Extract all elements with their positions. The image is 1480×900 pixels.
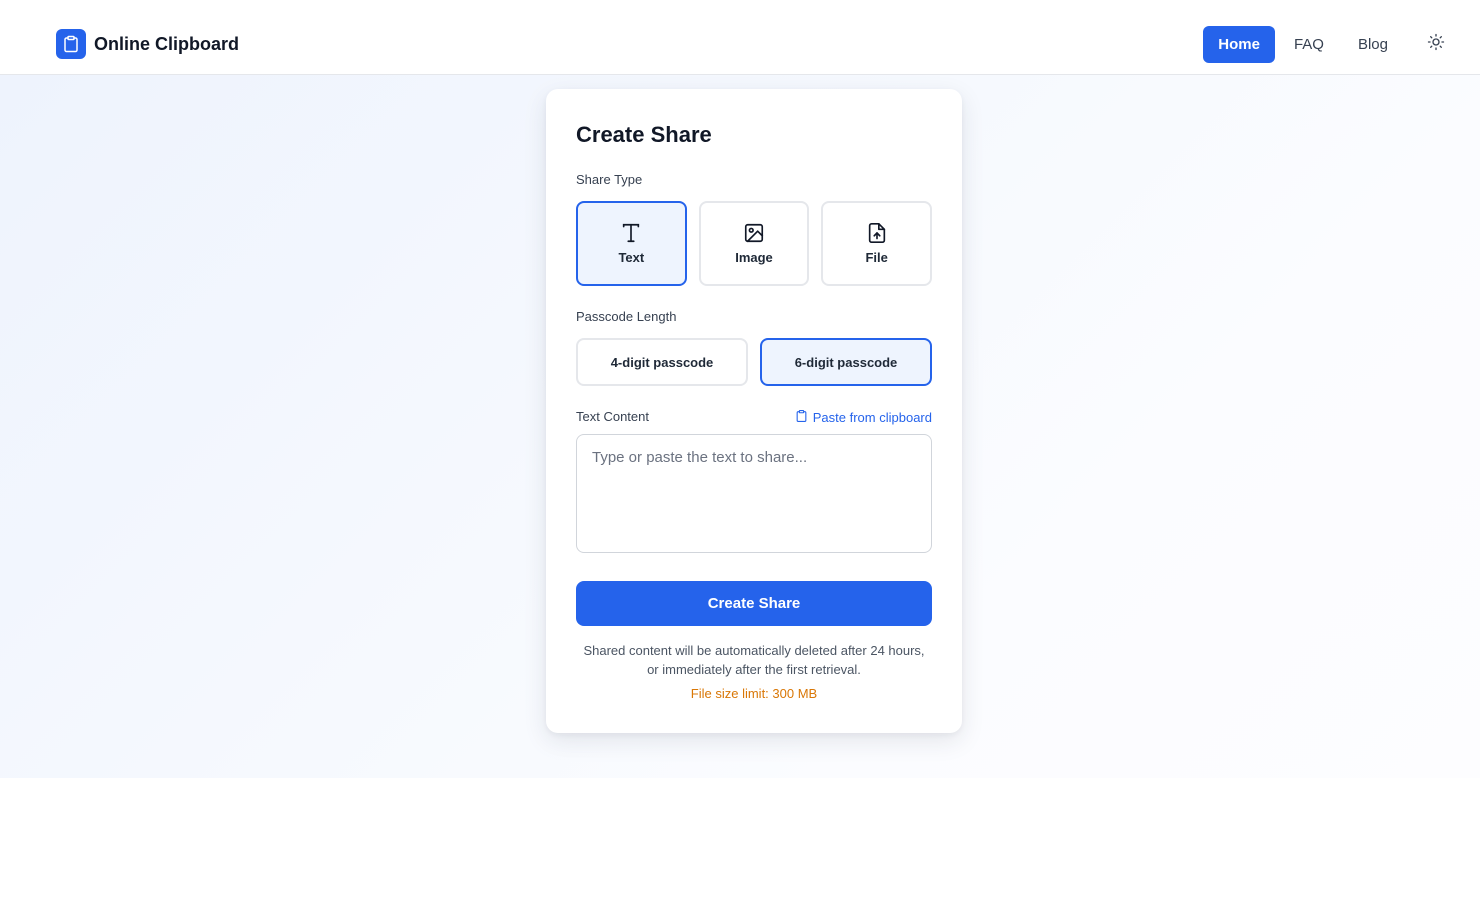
passcode-4-digit-button[interactable]: 4-digit passcode xyxy=(576,338,748,386)
paste-from-clipboard-label: Paste from clipboard xyxy=(812,410,932,425)
create-share-card: Create Share Share Type Text Image File … xyxy=(546,89,962,733)
passcode-options: 4-digit passcode 6-digit passcode xyxy=(576,338,932,386)
passcode-length-label: Passcode Length xyxy=(576,309,677,324)
main-nav: Home FAQ Blog xyxy=(1199,26,1454,63)
share-type-image-label: Image xyxy=(735,250,773,265)
share-type-file-label: File xyxy=(865,250,888,265)
file-size-limit: File size limit: 300 MB xyxy=(690,686,818,701)
share-type-image-button[interactable]: Image xyxy=(698,201,810,286)
paste-from-clipboard-button[interactable]: Paste from clipboard xyxy=(795,409,932,426)
share-type-label: Share Type xyxy=(576,172,643,187)
file-upload-icon xyxy=(866,222,888,244)
text-content-input[interactable] xyxy=(576,434,932,553)
text-content-label: Text Content xyxy=(576,409,649,424)
passcode-6-digit-button[interactable]: 6-digit passcode xyxy=(760,338,932,386)
top-header: Online Clipboard Home FAQ Blog xyxy=(0,0,1480,75)
brand-name: Online Clipboard xyxy=(94,33,240,54)
image-icon xyxy=(743,222,765,244)
theme-toggle-button[interactable] xyxy=(1418,27,1454,63)
auto-delete-note: Shared content will be automatically del… xyxy=(583,643,925,677)
nav-blog[interactable]: Blog xyxy=(1343,26,1403,63)
nav-faq[interactable]: FAQ xyxy=(1279,26,1339,63)
share-type-text-button[interactable]: Text xyxy=(576,201,687,286)
text-type-icon xyxy=(620,222,642,244)
create-share-button[interactable]: Create Share xyxy=(576,581,932,626)
clipboard-icon xyxy=(795,409,808,426)
nav-home[interactable]: Home xyxy=(1203,26,1275,63)
share-type-text-label: Text xyxy=(618,250,645,265)
clipboard-icon xyxy=(56,29,86,59)
brand[interactable]: Online Clipboard xyxy=(56,29,239,59)
share-type-file-button[interactable]: File xyxy=(821,201,933,286)
share-type-options: Text Image File xyxy=(576,201,933,286)
sun-icon xyxy=(1427,33,1445,56)
card-title: Create Share xyxy=(576,122,712,147)
